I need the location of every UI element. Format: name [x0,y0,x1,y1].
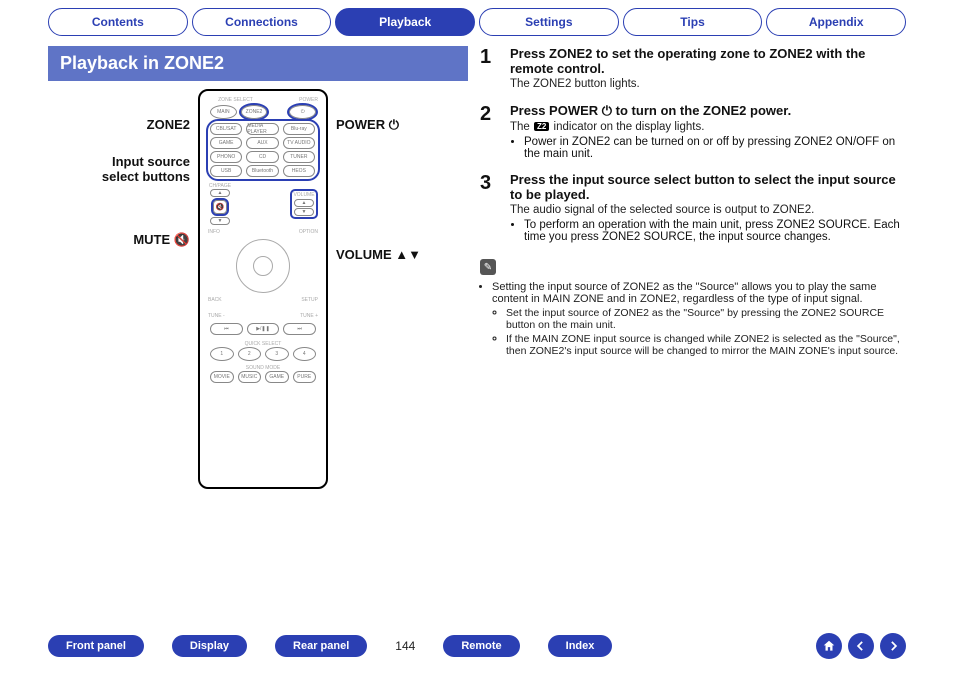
remote-mode-game: GAME [265,371,289,383]
nav-front-panel[interactable]: Front panel [48,635,144,657]
step-2: 2 Press POWER ⏻ to turn on the ZONE2 pow… [480,103,906,162]
step-3: 3 Press the input source select button t… [480,172,906,245]
step-1-desc: The ZONE2 button lights. [510,78,906,90]
label-mute: MUTE 🔇 [80,232,190,248]
page-number: 144 [395,639,415,653]
remote-qs2: 2 [238,347,262,361]
remote-btn-phono: PHONO [210,151,242,163]
remote-mode-music: MUSIC [238,371,262,383]
remote-btn-aux: AUX [246,137,278,149]
step-3-desc: The audio signal of the selected source … [510,204,906,216]
step-3-title: Press the input source select button to … [510,172,906,202]
label-power: POWER ⏻ [336,117,436,133]
remote-btn-main: MAIN [210,105,237,119]
nav-index[interactable]: Index [548,635,613,657]
remote-btn-chdown: ▼ [210,217,230,225]
remote-btn-skipfwd: ⏭ [283,323,316,335]
remote-btn-bluray: Blu-ray [283,123,315,135]
bottom-nav: Front panel Display Rear panel 144 Remot… [0,633,954,659]
remote-btn-power: ⏻ [289,105,316,119]
remote-source-buttons-group: CBL/SAT MEDIA PLAYER Blu-ray GAME AUX TV… [208,121,318,179]
tab-settings[interactable]: Settings [479,8,619,36]
remote-btn-skipback: ⏮ [210,323,243,335]
step-2-bullets: Power in ZONE2 can be turned on or off b… [510,136,906,160]
remote-mode-pure: PURE [293,371,317,383]
nav-display[interactable]: Display [172,635,247,657]
step-1-title: Press ZONE2 to set the operating zone to… [510,46,906,76]
nav-next-icon[interactable] [880,633,906,659]
step-2-title: Press POWER ⏻ to turn on the ZONE2 power… [510,103,906,119]
tab-playback[interactable]: Playback [335,8,475,36]
step-2-num: 2 [480,103,502,162]
remote-btn-mute: 🔇 [211,200,229,214]
remote-btn-zone2: ZONE2 [241,105,268,119]
step-1-num: 1 [480,46,502,93]
nav-prev-icon[interactable] [848,633,874,659]
step-1: 1 Press ZONE2 to set the operating zone … [480,46,906,93]
remote-mode-movie: MOVIE [210,371,234,383]
remote-btn-heos: HEOS [283,165,315,177]
remote-qs4: 4 [293,347,317,361]
step-2-desc: The Z2 indicator on the display lights. [510,121,906,133]
label-source-buttons: Input source select buttons [80,154,190,184]
remote-btn-bluetooth: Bluetooth [246,165,278,177]
remote-btn-usb: USB [210,165,242,177]
remote-btn-tuner: TUNER [283,151,315,163]
remote-btn-tvaudio: TV AUDIO [283,137,315,149]
remote-btn-volup: ▲ [294,199,314,207]
remote-dpad [236,239,290,293]
remote-control: ZONE SELECT POWER MAIN ZONE2 ⏻ CBL/SAT M… [198,89,328,489]
remote-btn-game: GAME [210,137,242,149]
note-list: Setting the input source of ZONE2 as the… [480,281,906,357]
remote-btn-cd: CD [246,151,278,163]
tab-connections[interactable]: Connections [192,8,332,36]
step-3-num: 3 [480,172,502,245]
step-3-bullets: To perform an operation with the main un… [510,219,906,243]
note-icon: ✎ [480,259,496,275]
nav-home-icon[interactable] [816,633,842,659]
nav-rear-panel[interactable]: Rear panel [275,635,367,657]
remote-volume-group: VOLUME ▲ ▼ [290,189,318,219]
remote-btn-chup: ▲ [210,189,230,197]
remote-btn-media: MEDIA PLAYER [246,123,278,135]
remote-btn-cbl-sat: CBL/SAT [210,123,242,135]
top-tabs: Contents Connections Playback Settings T… [0,0,954,36]
label-zone2: ZONE2 [80,117,190,132]
tab-tips[interactable]: Tips [623,8,763,36]
z2-badge: Z2 [534,122,549,131]
nav-remote[interactable]: Remote [443,635,519,657]
section-heading: Playback in ZONE2 [48,46,468,81]
tab-contents[interactable]: Contents [48,8,188,36]
tab-appendix[interactable]: Appendix [766,8,906,36]
remote-qs3: 3 [265,347,289,361]
remote-btn-voldown: ▼ [294,208,314,216]
remote-btn-play: ▶/❚❚ [247,323,280,335]
label-volume: VOLUME ▲▼ [336,247,436,262]
remote-qs1: 1 [210,347,234,361]
remote-diagram: ZONE2 Input source select buttons MUTE 🔇… [48,89,468,489]
